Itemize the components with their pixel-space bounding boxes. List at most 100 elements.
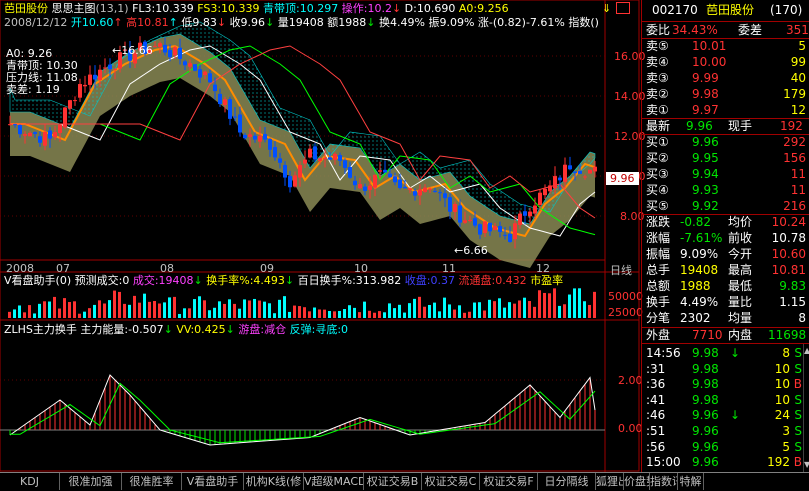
volume-bar [378,311,381,318]
volume-bar [98,300,101,318]
volume-bar [123,303,126,318]
period-daily-label[interactable]: 日线 [610,262,632,278]
turnover-label: 换4.49% [379,16,425,29]
tick-scroll-down-icon[interactable]: ▼ [804,460,809,469]
ind-tick-2: 2.00 [618,374,643,387]
window-toggle-icon[interactable] [616,2,630,14]
candle-body [53,132,57,138]
indicator-tab[interactable]: 特解 [678,473,704,490]
buy-level-row: 买① 9.96 292 [642,134,809,150]
volume-bar [63,298,66,318]
volume-bar [228,299,231,318]
indicator-tab[interactable]: 很准胜率 [122,473,182,490]
candle-body [103,67,107,69]
stat-label-right: 均价 [728,215,753,229]
candle-body [13,124,17,126]
candle-body [98,69,102,80]
volume-bar [473,302,476,318]
indicator-tab[interactable]: KDJ [0,473,60,490]
candle-body [508,233,512,242]
tick-time: 15:00 [646,455,681,470]
d-label: D:10.690 [404,2,456,15]
buy-level-label: 买④ [646,183,669,197]
candle-body [523,211,527,216]
volume-bar [588,304,591,318]
outer-inner-row: 外盘 7710 内盘 11698 [642,327,809,343]
tick-row: :31 9.98 10 S [642,361,809,377]
now-value: 192 [780,119,803,133]
volume-bar [13,309,16,318]
candle-body [288,176,292,188]
volume-bar [423,306,426,318]
sell-level-price: 10.01 [692,39,727,53]
scroll-down-icon[interactable]: ⇓ [602,2,611,15]
vol-pe-label: 市盈率 [530,274,564,287]
indicator-tab[interactable]: 权证交易C [422,473,480,490]
outer-value: 7710 [692,328,723,342]
candle-body [353,180,357,186]
volume-bar [103,303,106,318]
candle-body [268,139,272,150]
volume-bar [58,308,61,318]
ind-rebound-label: 反弹:寻底:0 [289,323,349,336]
candle-body [473,218,477,226]
chart-area[interactable]: 芭田股份 思思主图(13,1) FL3:10.339 FS3:10.339 青带… [0,0,646,472]
indicator-tab[interactable]: 狐狸出击 [596,473,624,490]
tick-arrow: ↓ [730,346,741,360]
indicator-tab[interactable]: 指数讯成 [650,473,678,490]
indicator-tab[interactable]: 很准加强 [60,473,122,490]
volume-bar [368,310,371,318]
volume-bar [118,291,121,318]
volume-bar [568,294,571,318]
volume-bar [313,307,316,318]
overlay-legend: A0: 9.26 青带顶: 10.30 压力线: 11.08 卖差: 1.19 [6,48,78,96]
volume-bar [468,311,471,318]
inner-label: 内盘 [728,328,753,342]
indicator-tab[interactable]: 价盘势周 [624,473,650,490]
candle-body [298,165,302,178]
high-label: 高10.81 [126,16,169,29]
stat-value-left: 2302 [680,311,711,325]
indicator-tab[interactable]: V看盘助手 [182,473,244,490]
chart-name-label: 思思主图 [51,2,96,15]
candle-body [263,134,267,140]
volume-label: 量19408 [277,16,324,29]
volume-bar [418,296,421,318]
tick-scroll-up-icon[interactable]: ▲ [804,346,809,355]
candle-body [498,226,502,232]
tick-volume: 10 [774,392,790,407]
candle-body [153,46,157,48]
candle-body [458,205,462,223]
volume-bar [233,303,236,318]
volume-bar [398,304,401,318]
candle-body [588,169,592,174]
indicator-tab[interactable]: 日分隔线 [538,473,596,490]
candle-body [488,222,492,232]
candlestick-chart-canvas[interactable] [0,0,640,472]
volume-bar [553,288,556,318]
volume-bar [133,295,136,318]
candle-body [578,170,582,174]
tick-row: 15:00 9.96 192 B [642,454,809,470]
candle-body [558,177,562,181]
candle-body [73,100,77,102]
candle-body [593,166,597,172]
tick-row: 14:56 9.98 ↓ 8 S [642,345,809,361]
amplitude-label: 振9.09% [428,16,475,29]
volume-bar [523,297,526,318]
indicator-tab[interactable]: 机构K线(修 [244,473,304,490]
indicator-tab[interactable]: 权证交易F [480,473,538,490]
indicator-tab[interactable]: V超级MACD [304,473,364,490]
tick-side: S [794,424,802,438]
indicator-tab[interactable]: 权证交易B [364,473,422,490]
tick-volume: 5 [782,439,790,454]
volume-bar [433,302,436,318]
close-label: 收9.96 [229,16,266,29]
volume-bar [363,301,366,318]
buy-level-row: 买⑤ 9.92 216 [642,198,809,214]
stat-value-right: 10.78 [771,231,806,245]
candle-body [408,188,412,190]
stock-name-label: 芭田股份 [4,2,48,15]
volume-bar [68,302,71,318]
sell-level-row: 卖① 9.97 12 [642,102,809,118]
